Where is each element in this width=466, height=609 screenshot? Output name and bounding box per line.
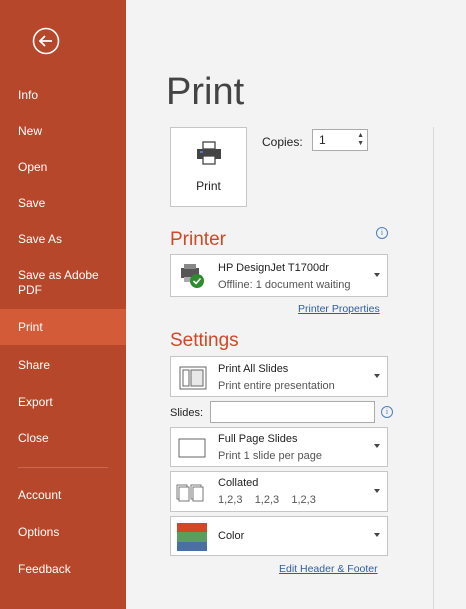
layout-dropdown[interactable]: Full Page Slides Print 1 slide per page (170, 427, 388, 467)
color-dropdown[interactable]: Color (170, 516, 388, 556)
copies-value: 1 (319, 133, 326, 147)
print-range-dropdown[interactable]: Print All Slides Print entire presentati… (170, 356, 388, 397)
sidebar-item-new[interactable]: New (0, 124, 126, 139)
layout-subtitle: Print 1 slide per page (218, 450, 322, 462)
sidebar-item-save-as-adobe-pdf[interactable]: Save as Adobe PDF (0, 268, 126, 298)
sidebar-item-share[interactable]: Share (0, 358, 126, 373)
color-swatch-icon (177, 523, 207, 551)
printer-icon (197, 141, 221, 165)
spin-arrows-icon[interactable]: ▲ ▼ (357, 132, 364, 148)
printer-heading: Printer (170, 229, 226, 250)
layout-title: Full Page Slides (218, 433, 298, 445)
copies-label: Copies: (262, 135, 303, 149)
printer-status-icon (181, 264, 204, 288)
settings-heading: Settings (170, 330, 239, 351)
printer-properties-link[interactable]: Printer Properties (298, 303, 380, 315)
print-range-subtitle: Print entire presentation (218, 380, 335, 392)
chevron-down-icon (374, 488, 380, 493)
collation-dropdown[interactable]: Collated 1,2,3 1,2,3 1,2,3 (170, 471, 388, 512)
print-button-label: Print (196, 179, 221, 193)
sidebar-item-print[interactable]: Print (0, 309, 126, 345)
printer-name: HP DesignJet T1700dr (218, 262, 329, 274)
sidebar-item-save[interactable]: Save (0, 196, 126, 211)
edit-header-footer-link[interactable]: Edit Header & Footer (279, 563, 378, 575)
sidebar-item-close[interactable]: Close (0, 431, 126, 446)
back-arrow-icon[interactable] (32, 27, 60, 55)
sidebar-item-save-as[interactable]: Save As (0, 232, 126, 247)
chevron-down-icon (374, 444, 380, 448)
sidebar-item-feedback[interactable]: Feedback (0, 562, 126, 577)
printer-dropdown[interactable]: HP DesignJet T1700dr Offline: 1 document… (170, 254, 388, 297)
info-icon[interactable]: i (381, 406, 393, 418)
collated-icon (176, 484, 204, 502)
full-page-slide-icon (178, 438, 206, 458)
sidebar-item-export[interactable]: Export (0, 395, 126, 410)
slides-stack-icon (179, 366, 207, 390)
page-title: Print (166, 71, 245, 113)
print-range-title: Print All Slides (218, 363, 289, 375)
chevron-down-icon (374, 272, 380, 277)
collation-subtitle: 1,2,3 1,2,3 1,2,3 (218, 494, 316, 506)
color-title: Color (218, 530, 245, 542)
print-button[interactable]: Print (170, 127, 247, 207)
sidebar-item-info[interactable]: Info (0, 88, 126, 103)
sidebar-divider (18, 467, 108, 468)
sidebar-item-options[interactable]: Options (0, 525, 126, 540)
copies-stepper[interactable]: 1 ▲ ▼ (312, 129, 368, 151)
sidebar-item-account[interactable]: Account (0, 488, 126, 503)
info-icon[interactable]: i (376, 227, 388, 239)
sidebar-item-open[interactable]: Open (0, 160, 126, 175)
chevron-down-icon (374, 533, 380, 537)
slides-label: Slides: (170, 407, 204, 419)
preview-divider (433, 127, 434, 609)
backstage-sidebar: Info New Open Save Save As Save as Adobe… (0, 0, 126, 609)
print-pane: Print Print Copies: 1 ▲ ▼ Printer i HP De… (126, 0, 466, 609)
printer-status: Offline: 1 document waiting (218, 279, 351, 291)
chevron-down-icon (374, 373, 380, 378)
collation-title: Collated (218, 477, 259, 489)
slides-input[interactable] (210, 401, 375, 423)
